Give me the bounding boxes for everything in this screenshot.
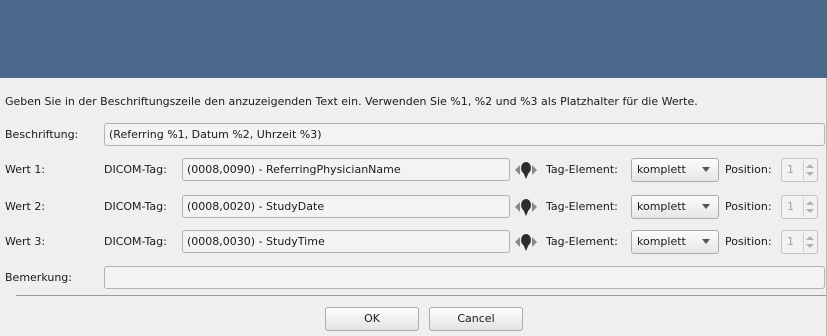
pipette-picker-icon[interactable] — [512, 231, 540, 253]
pipette-picker-icon[interactable] — [512, 196, 540, 218]
cancel-button[interactable]: Cancel — [429, 307, 523, 331]
instructions-text: Geben Sie in der Beschriftungszeile den … — [5, 95, 698, 108]
position-label-1: Position: — [725, 163, 772, 176]
spin-up-down-icon[interactable] — [803, 160, 816, 180]
tag-element-label-3: Tag-Element: — [546, 235, 618, 248]
dialog-body: Geben Sie in der Beschriftungszeile den … — [0, 78, 827, 336]
dicom-tag-label-3: DICOM-Tag: — [104, 235, 167, 248]
spin-up-down-icon[interactable] — [803, 197, 816, 217]
value-1-label: Wert 1: — [5, 163, 46, 176]
tag-element-select-1-value: komplett — [637, 163, 686, 176]
value-2-label: Wert 2: — [5, 200, 46, 213]
position-spinbox-2-value: 1 — [787, 200, 794, 213]
ok-button[interactable]: OK — [325, 307, 419, 331]
chevron-down-icon — [702, 204, 710, 209]
position-spinbox-3[interactable]: 1 — [781, 230, 818, 254]
position-spinbox-1-value: 1 — [787, 163, 794, 176]
dicom-tag-label-1: DICOM-Tag: — [104, 163, 167, 176]
window-titlebar[interactable] — [0, 0, 827, 78]
dicom-tag-input-2[interactable]: (0008,0020) - StudyDate — [182, 195, 510, 218]
position-spinbox-2[interactable]: 1 — [781, 195, 818, 219]
tag-element-label-2: Tag-Element: — [546, 200, 618, 213]
dicom-tag-input-3[interactable]: (0008,0030) - StudyTime — [182, 230, 510, 253]
tag-element-select-1[interactable]: komplett — [631, 158, 719, 182]
pipette-picker-icon[interactable] — [512, 159, 540, 181]
tag-element-select-2[interactable]: komplett — [631, 195, 719, 219]
caption-label: Beschriftung: — [5, 128, 79, 141]
divider — [16, 295, 826, 296]
dicom-tag-input-1[interactable]: (0008,0090) - ReferringPhysicianName — [182, 158, 510, 181]
tag-element-select-3[interactable]: komplett — [631, 230, 719, 254]
tag-element-select-3-value: komplett — [637, 235, 686, 248]
dicom-tag-label-2: DICOM-Tag: — [104, 200, 167, 213]
position-spinbox-1[interactable]: 1 — [781, 158, 818, 182]
spin-up-down-icon[interactable] — [803, 232, 816, 252]
tag-element-select-2-value: komplett — [637, 200, 686, 213]
tag-element-label-1: Tag-Element: — [546, 163, 618, 176]
position-spinbox-3-value: 1 — [787, 235, 794, 248]
chevron-down-icon — [702, 239, 710, 244]
position-label-2: Position: — [725, 200, 772, 213]
remark-input[interactable] — [104, 266, 825, 289]
position-label-3: Position: — [725, 235, 772, 248]
value-3-label: Wert 3: — [5, 235, 46, 248]
remark-label: Bemerkung: — [5, 271, 72, 284]
caption-input[interactable]: (Referring %1, Datum %2, Uhrzeit %3) — [104, 123, 825, 146]
chevron-down-icon — [702, 167, 710, 172]
